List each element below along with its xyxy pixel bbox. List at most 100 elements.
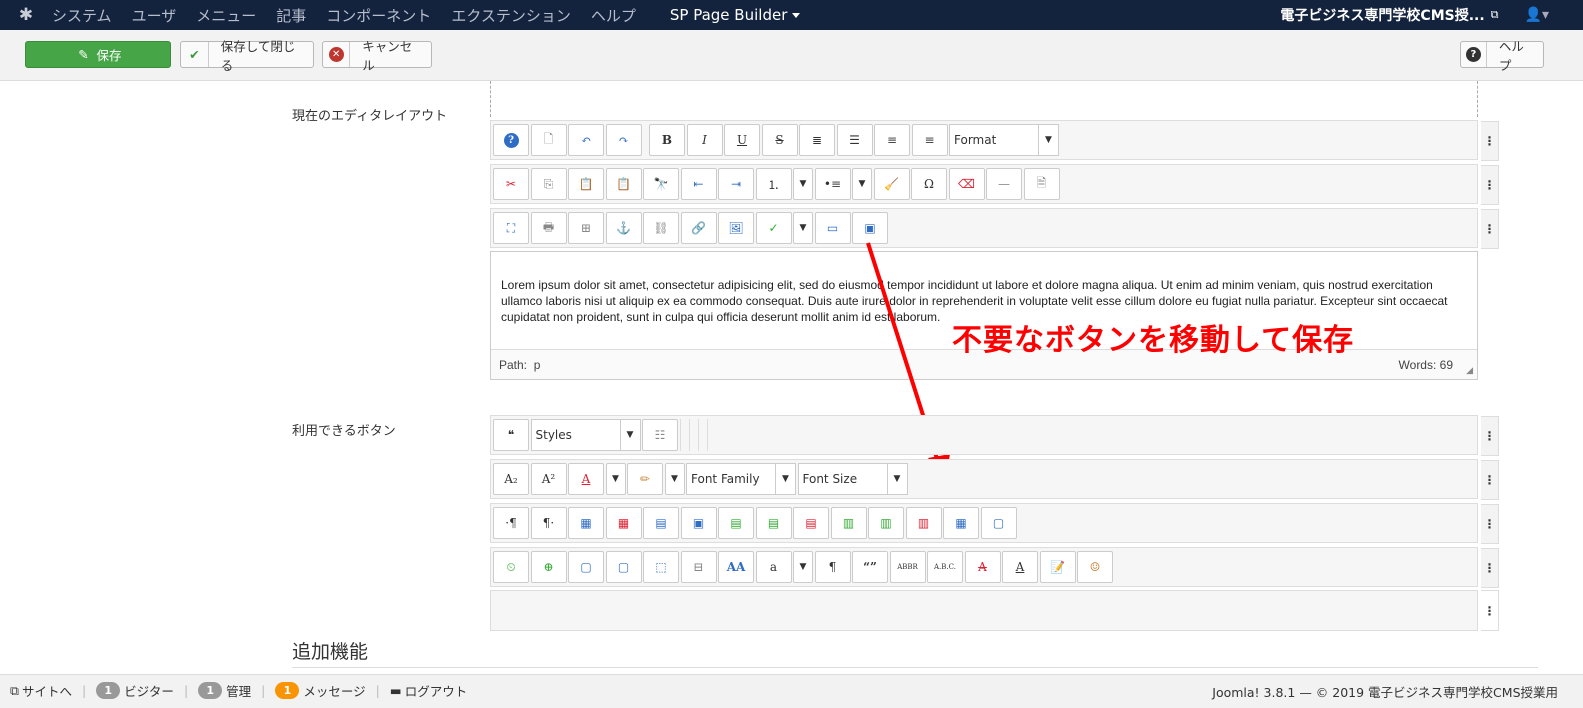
delete-row-icon[interactable]: ▤: [793, 507, 829, 539]
paste-icon[interactable]: 📋: [568, 168, 604, 200]
copy-icon[interactable]: ⎘: [530, 168, 567, 200]
align-justify-icon[interactable]: ≣: [799, 124, 835, 156]
numbered-list-icon[interactable]: ⒈: [755, 168, 792, 200]
row-props-icon[interactable]: ▤: [643, 507, 679, 539]
highlight-icon[interactable]: ✏: [627, 463, 663, 495]
print-icon[interactable]: 🖶: [530, 212, 567, 244]
align-center-icon[interactable]: ☰: [836, 124, 873, 156]
image-icon[interactable]: 🖼: [718, 212, 754, 244]
styles-select[interactable]: Styles ▼: [530, 419, 641, 451]
highlight-dropdown[interactable]: ▼: [664, 463, 685, 495]
drag-handle-icon[interactable]: ⋮: [1481, 209, 1499, 249]
visual-chars-icon[interactable]: ¶: [814, 551, 851, 583]
user-icon[interactable]: 👤▾: [1525, 7, 1549, 23]
underline-icon[interactable]: U: [724, 124, 760, 156]
drag-handle-icon[interactable]: ⋮: [1481, 460, 1499, 500]
font-color-icon[interactable]: A: [568, 463, 604, 495]
menu-help[interactable]: ヘルプ: [591, 5, 636, 26]
insert-row-before-icon[interactable]: ▤: [718, 507, 754, 539]
spellcheck-dropdown[interactable]: ▼: [793, 212, 813, 244]
superscript-icon[interactable]: A²: [530, 463, 567, 495]
menu-sp-page-builder[interactable]: SP Page Builder: [670, 6, 801, 24]
move-forward-icon[interactable]: ▢: [568, 551, 604, 583]
resize-grip-icon[interactable]: ◢: [1466, 365, 1473, 376]
font-size-select[interactable]: Font Size ▼: [797, 463, 908, 495]
merge-cells-icon[interactable]: ▢: [980, 507, 1017, 539]
menu-content[interactable]: 記事: [276, 5, 306, 26]
strikethrough-icon[interactable]: S: [761, 124, 798, 156]
subscript-icon[interactable]: A₂: [493, 463, 529, 495]
align-left-icon[interactable]: ≡: [874, 124, 910, 156]
spellcheck-icon[interactable]: ✓: [755, 212, 792, 244]
blockquote-icon[interactable]: ❝: [493, 419, 529, 451]
find-icon[interactable]: 🔭: [643, 168, 679, 200]
visitors-link[interactable]: 1 ビジター: [96, 681, 174, 700]
ltr-icon[interactable]: ·¶: [493, 507, 529, 539]
messages-link[interactable]: 1 メッセージ: [275, 681, 366, 700]
cut-icon[interactable]: ✂: [493, 168, 529, 200]
italic-icon[interactable]: I: [686, 124, 723, 156]
numbered-list-dropdown[interactable]: ▼: [793, 168, 813, 200]
paste-text-icon[interactable]: 📋: [605, 168, 642, 200]
insert-layer-icon[interactable]: ⊕: [530, 551, 567, 583]
menu-extensions[interactable]: エクステンション: [451, 5, 571, 26]
special-character-icon[interactable]: Ω: [911, 168, 947, 200]
drag-handle-icon[interactable]: ⋮: [1481, 548, 1499, 588]
delete-col-icon[interactable]: ▥: [905, 507, 942, 539]
menu-menus[interactable]: メニュー: [196, 5, 256, 26]
text-case-icon[interactable]: a: [755, 551, 792, 583]
path-value[interactable]: p: [534, 358, 541, 372]
bullet-list-dropdown[interactable]: ▼: [852, 168, 872, 200]
help-icon[interactable]: ?: [493, 124, 529, 156]
absolute-icon[interactable]: ⬚: [643, 551, 679, 583]
drag-handle-icon[interactable]: ⋮: [1481, 504, 1499, 544]
cell-props-icon[interactable]: ▣: [680, 507, 717, 539]
drag-handle-icon[interactable]: ⋮: [1481, 590, 1499, 631]
insert-row-after-icon[interactable]: ▤: [755, 507, 792, 539]
undo-icon[interactable]: ↶: [568, 124, 604, 156]
style-props-icon[interactable]: ☷: [642, 419, 678, 451]
font-color-dropdown[interactable]: ▼: [605, 463, 626, 495]
readmore-icon[interactable]: ▭: [814, 212, 851, 244]
anchor-icon[interactable]: ⚓: [605, 212, 642, 244]
insert-time-icon[interactable]: ⏲: [493, 551, 529, 583]
cancel-button[interactable]: ✕ キャンセル: [322, 39, 432, 73]
insertion-icon[interactable]: A: [1002, 551, 1038, 583]
template-icon[interactable]: ⊟: [680, 551, 717, 583]
page-break-icon[interactable]: 🗎: [1023, 168, 1060, 200]
link-icon[interactable]: 🔗: [680, 212, 717, 244]
new-document-icon[interactable]: 🗋: [530, 124, 567, 156]
split-cells-icon[interactable]: ▦: [943, 507, 979, 539]
insert-col-after-icon[interactable]: ▥: [868, 507, 904, 539]
horizontal-rule-icon[interactable]: —: [986, 168, 1022, 200]
logout-link[interactable]: ▬ ログアウト: [390, 681, 467, 700]
admin-link[interactable]: 1 管理: [198, 681, 251, 700]
bold-icon[interactable]: B: [649, 124, 685, 156]
unlink-icon[interactable]: ⛓: [643, 212, 679, 244]
redo-icon[interactable]: ↷: [605, 124, 642, 156]
eraser-icon[interactable]: ⌫: [948, 168, 985, 200]
table-icon[interactable]: ▦: [568, 507, 604, 539]
site-name-link[interactable]: 電子ビジネス専門学校CMS授...: [1280, 5, 1484, 25]
drag-handle-icon[interactable]: ⋮: [1481, 416, 1499, 456]
pagebreak-icon[interactable]: ▣: [852, 212, 888, 244]
menu-users[interactable]: ユーザ: [132, 5, 177, 26]
joomla-logo-icon[interactable]: ✱: [0, 0, 52, 30]
acronym-icon[interactable]: A.B.C.: [927, 551, 963, 583]
drag-handle-icon[interactable]: ⋮: [1481, 165, 1499, 205]
text-case-dropdown[interactable]: ▼: [793, 551, 813, 583]
bullet-list-icon[interactable]: •≡: [814, 168, 851, 200]
menu-components[interactable]: コンポーネント: [326, 5, 431, 26]
styleprops-aa-icon[interactable]: AA: [718, 551, 754, 583]
move-backward-icon[interactable]: ▢: [605, 551, 642, 583]
view-site-link[interactable]: ⧉ サイトへ: [10, 681, 72, 700]
fullscreen-icon[interactable]: ⛶: [493, 212, 529, 244]
visual-aid-icon[interactable]: ⊞: [568, 212, 604, 244]
deletion-icon[interactable]: A: [964, 551, 1001, 583]
font-family-select[interactable]: Font Family ▼: [686, 463, 796, 495]
indent-icon[interactable]: ⇥: [718, 168, 754, 200]
align-right-icon[interactable]: ≡: [911, 124, 948, 156]
delete-table-icon[interactable]: ▦: [605, 507, 642, 539]
insert-col-before-icon[interactable]: ▥: [830, 507, 867, 539]
drag-handle-icon[interactable]: ⋮: [1481, 121, 1499, 161]
